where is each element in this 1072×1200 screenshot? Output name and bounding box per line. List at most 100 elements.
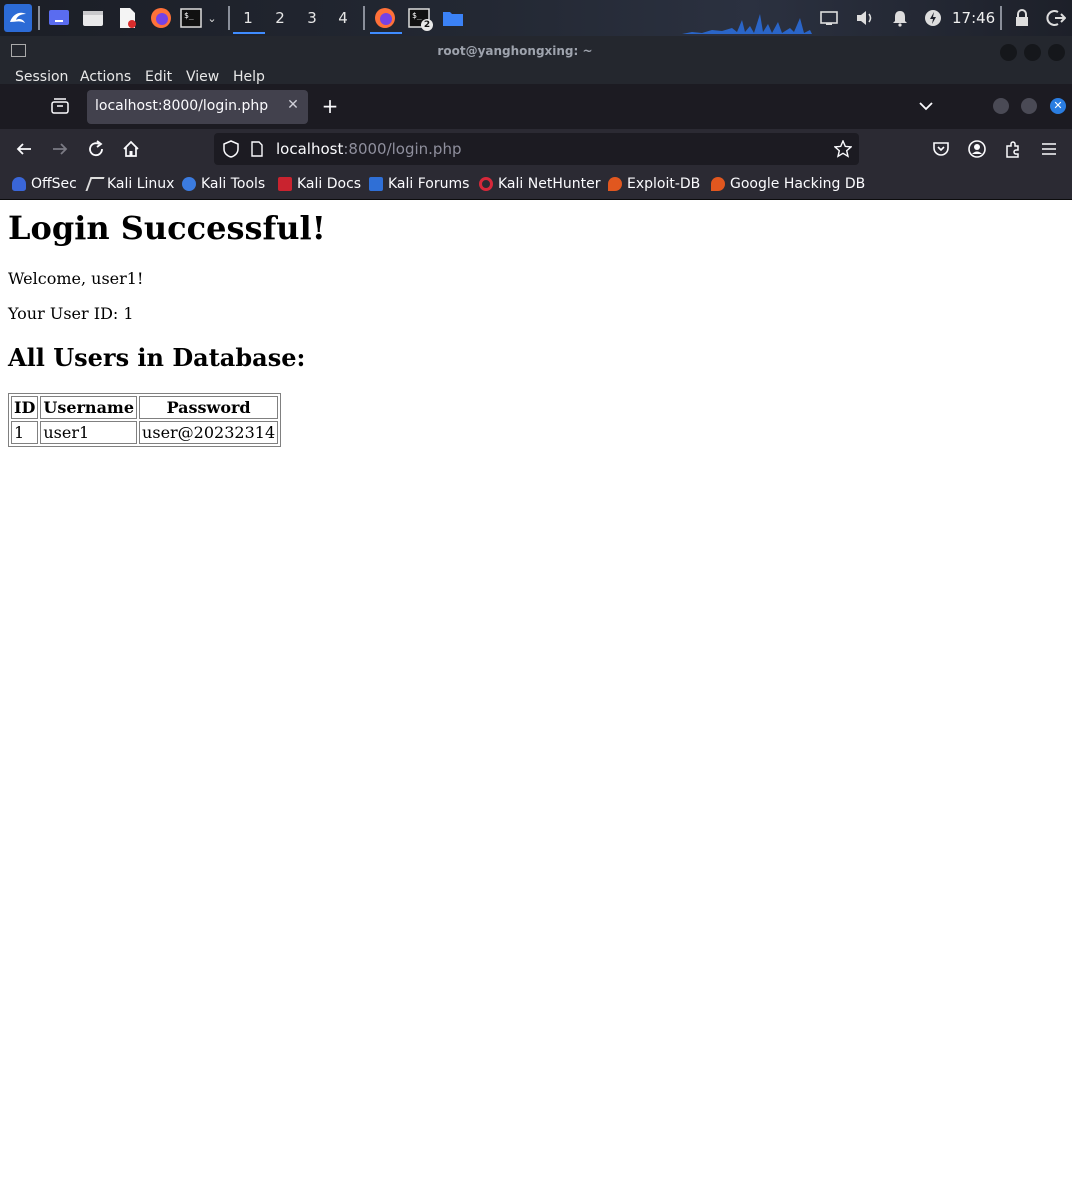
kali-forums-icon	[369, 177, 383, 191]
menu-actions[interactable]: Actions	[80, 69, 131, 84]
cpu-graph	[682, 14, 812, 34]
minimize-button[interactable]	[1000, 44, 1017, 61]
bookmark-label: Google Hacking DB	[730, 176, 866, 192]
offsec-icon	[12, 177, 26, 191]
home-button[interactable]	[120, 138, 142, 160]
column-header-username: Username	[40, 396, 138, 419]
firefox-icon[interactable]	[370, 7, 402, 34]
firefox-icon[interactable]	[150, 7, 172, 29]
tab-close-icon[interactable]: ✕	[284, 96, 302, 114]
bookmark-label: Kali Forums	[388, 176, 470, 192]
terminal-titlebar[interactable]: root@yanghongxing: ~	[0, 36, 1072, 68]
chevron-down-icon[interactable]: ⌄	[204, 7, 220, 29]
tab-overview-icon[interactable]	[50, 96, 70, 116]
terminal-icon[interactable]: $_	[180, 7, 202, 29]
cell-username: user1	[40, 421, 138, 444]
desktop-icon[interactable]	[48, 7, 70, 29]
volume-icon[interactable]	[854, 7, 876, 29]
tab-title: localhost:8000/login.php	[95, 98, 269, 114]
shield-icon[interactable]	[222, 140, 240, 158]
close-button[interactable]	[1048, 44, 1065, 61]
browser-minimize-button[interactable]	[993, 98, 1009, 114]
taskbar: $_ ⌄ 1 2 3 4 $_ 2 17:46	[0, 0, 1072, 36]
page-icon[interactable]	[249, 140, 265, 158]
bookmark-offsec[interactable]: OffSec	[12, 176, 77, 192]
text-editor-icon[interactable]	[116, 7, 138, 29]
hamburger-menu-icon[interactable]	[1038, 138, 1060, 160]
taskbar-separator	[228, 6, 230, 30]
bookmark-star-icon[interactable]	[833, 140, 853, 158]
taskbar-separator	[38, 6, 40, 30]
bookmark-kali-linux[interactable]: Kali Linux	[85, 176, 174, 192]
kali-dragon-icon	[85, 177, 105, 191]
menu-session[interactable]: Session	[15, 69, 68, 84]
svg-text:$_: $_	[412, 11, 422, 20]
bookmark-label: Kali NetHunter	[498, 176, 601, 192]
menu-edit[interactable]: Edit	[145, 69, 172, 84]
user-id-line: Your User ID: 1	[8, 304, 134, 323]
bookmark-label: Kali Tools	[201, 176, 266, 192]
bookmarks-toolbar: OffSec Kali Linux Kali Tools Kali Docs K…	[0, 169, 1072, 200]
svg-text:$_: $_	[184, 11, 194, 20]
url-bar[interactable]: localhost:8000/login.php	[214, 133, 859, 165]
logout-icon[interactable]	[1045, 7, 1067, 29]
bookmark-kali-forums[interactable]: Kali Forums	[369, 176, 469, 192]
terminal-title: root@yanghongxing: ~	[437, 44, 593, 58]
reload-button[interactable]	[85, 138, 107, 160]
workspace-1[interactable]: 1	[233, 0, 265, 36]
google-hacking-db-icon	[711, 177, 725, 191]
kali-tools-icon	[182, 177, 196, 191]
column-header-id: ID	[11, 396, 39, 419]
pocket-icon[interactable]	[930, 138, 952, 160]
browser-maximize-button[interactable]	[1021, 98, 1037, 114]
kali-dragon-icon[interactable]	[4, 4, 32, 32]
bookmark-label: Kali Docs	[297, 176, 362, 192]
workspace-3[interactable]: 3	[297, 0, 327, 36]
taskbar-separator	[1000, 6, 1002, 30]
workspace-2[interactable]: 2	[265, 0, 295, 36]
url-text[interactable]: localhost:8000/login.php	[276, 140, 461, 158]
menu-view[interactable]: View	[186, 69, 219, 84]
bell-icon[interactable]	[889, 7, 911, 29]
clock[interactable]: 17:46	[952, 0, 995, 36]
bookmark-kali-tools[interactable]: Kali Tools	[182, 176, 265, 192]
folder-icon[interactable]	[442, 7, 464, 29]
extensions-icon[interactable]	[1002, 138, 1024, 160]
page-title: Login Successful!	[8, 209, 326, 247]
exploit-db-icon	[608, 177, 622, 191]
bookmark-kali-nethunter[interactable]: Kali NetHunter	[479, 176, 600, 192]
browser-close-button[interactable]: ✕	[1050, 98, 1066, 114]
cell-id: 1	[11, 421, 39, 444]
terminal-icon[interactable]: $_ 2	[408, 7, 433, 31]
tab-login[interactable]: localhost:8000/login.php ✕	[87, 90, 308, 124]
display-icon[interactable]	[818, 7, 840, 29]
kali-nethunter-icon	[479, 177, 493, 191]
forward-button[interactable]	[49, 138, 71, 160]
back-button[interactable]	[13, 138, 35, 160]
welcome-message: Welcome, user1!	[8, 269, 144, 288]
list-tabs-icon[interactable]	[915, 95, 937, 117]
power-icon[interactable]	[922, 7, 944, 29]
browser-tab-strip: localhost:8000/login.php ✕ +	[0, 84, 1072, 129]
page-content: Login Successful! Welcome, user1! Your U…	[0, 201, 1072, 1200]
bookmark-label: Exploit-DB	[627, 176, 701, 192]
navigation-toolbar: localhost:8000/login.php	[0, 129, 1072, 169]
terminal-menubar: Session Actions Edit View Help	[0, 68, 1072, 84]
lock-icon[interactable]	[1011, 7, 1033, 29]
file-manager-icon[interactable]	[82, 7, 104, 29]
maximize-button[interactable]	[1024, 44, 1041, 61]
account-icon[interactable]	[966, 138, 988, 160]
users-heading: All Users in Database:	[8, 343, 306, 372]
terminal-count-badge: 2	[421, 19, 433, 31]
bookmark-exploit-db[interactable]: Exploit-DB	[608, 176, 700, 192]
bookmark-kali-docs[interactable]: Kali Docs	[278, 176, 361, 192]
url-host: localhost	[276, 140, 344, 158]
taskbar-separator	[363, 6, 365, 30]
workspace-4[interactable]: 4	[328, 0, 358, 36]
bookmark-google-hacking-db[interactable]: Google Hacking DB	[711, 176, 865, 192]
bookmark-label: OffSec	[31, 176, 77, 192]
new-tab-button[interactable]: +	[319, 94, 341, 118]
column-header-password: Password	[139, 396, 279, 419]
menu-help[interactable]: Help	[233, 69, 265, 84]
table-header-row: ID Username Password	[11, 396, 279, 419]
